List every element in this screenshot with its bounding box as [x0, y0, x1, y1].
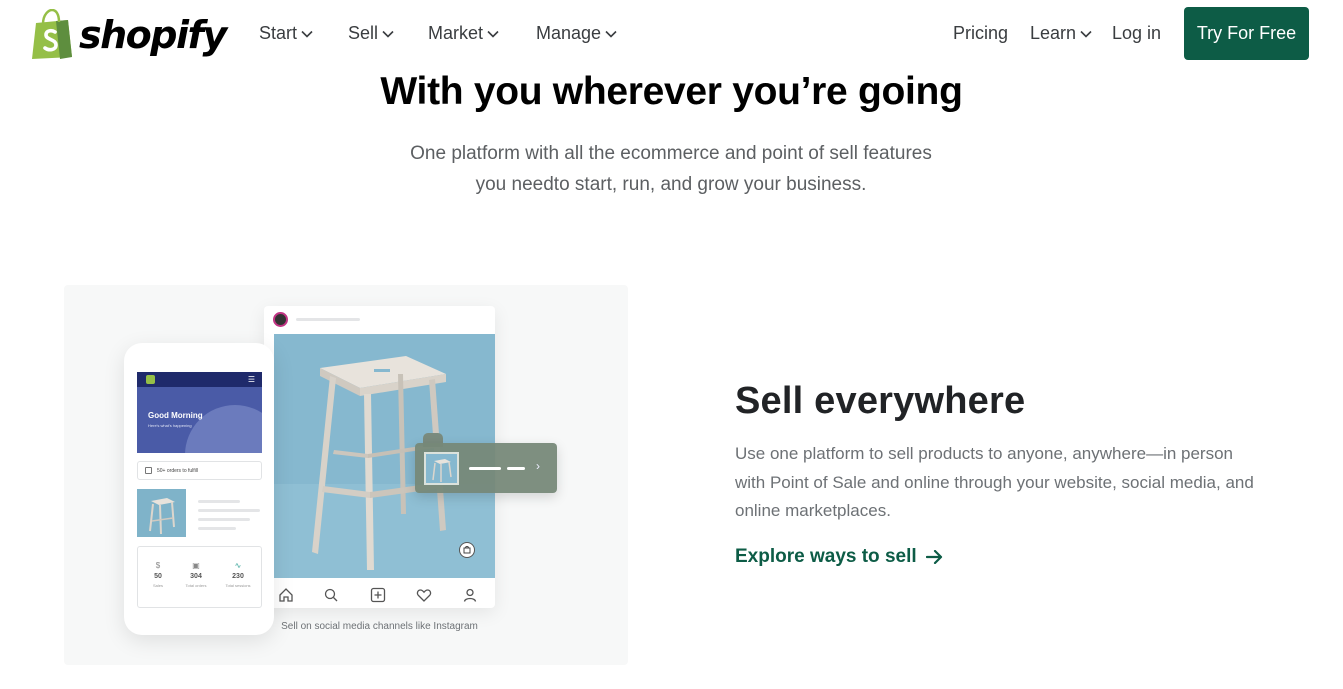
nav-market-label: Market	[428, 23, 484, 43]
product-detail-placeholder	[198, 509, 260, 512]
hero-title: With you wherever you’re going	[380, 70, 963, 113]
feature-title: Sell everywhere	[735, 380, 1026, 422]
hero-subtitle-line-1: One platform with all the ecommerce and …	[410, 143, 932, 164]
profile-icon	[463, 588, 477, 602]
greeting-banner: Good Morning Here's what's happening	[137, 387, 262, 453]
nav-login[interactable]: Log in	[1112, 22, 1161, 44]
add-icon	[370, 587, 386, 603]
product-tag-overlay: ›	[415, 443, 557, 493]
orders-icon: ▣	[192, 561, 200, 570]
stat-sales: $ 50 Sales	[137, 561, 179, 588]
dollar-icon: $	[155, 561, 161, 570]
stat-total-orders-value: 304	[190, 573, 202, 580]
orders-to-fulfill-label: 50+ orders to fulfill	[157, 468, 198, 474]
app-header-bar: ☰	[137, 372, 262, 387]
nav-manage[interactable]: Manage	[536, 22, 617, 44]
product-detail-placeholder	[198, 518, 250, 521]
greeting-title: Good Morning	[148, 411, 203, 420]
chevron-down-icon	[382, 30, 394, 38]
shopify-logo-icon	[146, 375, 155, 384]
product-name-placeholder	[198, 500, 240, 503]
menu-icon: ☰	[247, 375, 255, 384]
nav-market[interactable]: Market	[428, 22, 499, 44]
nav-sell-label: Sell	[348, 23, 379, 43]
product-detail-placeholder	[198, 527, 236, 530]
nav-start-label: Start	[259, 23, 298, 43]
avatar	[273, 312, 288, 327]
top-nav: shopify Start Sell Market Manage Pricing…	[0, 0, 1343, 68]
chevron-down-icon	[487, 30, 499, 38]
shopping-bag-logo-icon	[32, 9, 72, 59]
brand-name: shopify	[79, 13, 227, 57]
orders-icon	[145, 467, 152, 474]
stat-total-sessions-label: Total sessions	[225, 583, 251, 588]
orders-to-fulfill: 50+ orders to fulfill	[137, 461, 262, 480]
stat-sales-label: Sales	[152, 583, 163, 588]
stool-thumbnail-image	[149, 498, 175, 535]
shopify-logo[interactable]: shopify	[30, 9, 227, 59]
try-for-free-button[interactable]: Try For Free	[1184, 7, 1309, 60]
nav-sell[interactable]: Sell	[348, 22, 394, 44]
nav-learn[interactable]: Learn	[1030, 22, 1092, 44]
arrow-right-icon	[925, 550, 942, 564]
instagram-bottom-nav	[264, 582, 495, 608]
stool-thumbnail-image	[432, 459, 452, 482]
nav-login-label: Log in	[1112, 23, 1162, 43]
product-name-placeholder	[469, 467, 501, 470]
home-icon	[279, 588, 293, 602]
product-price-placeholder	[507, 467, 525, 470]
chevron-down-icon	[605, 30, 617, 38]
feature-description: Use one platform to sell products to any…	[735, 444, 1254, 520]
nav-learn-label: Learn	[1030, 23, 1077, 43]
chevron-down-icon	[1080, 30, 1092, 38]
stat-total-sessions: ∿ 230 Total sessions	[217, 561, 259, 588]
stat-total-sessions-value: 230	[232, 573, 244, 580]
hero-subtitle-line-2: you needto start, run, and grow your bus…	[475, 174, 867, 195]
nav-pricing-label: Pricing	[953, 23, 1009, 43]
stats-panel: $ 50 Sales ▣ 304 Total orders ∿ 230 Tota…	[137, 546, 262, 608]
explore-ways-to-sell-link[interactable]: Explore ways to sell	[735, 546, 943, 568]
product-thumbnail	[137, 489, 186, 537]
product-thumbnail	[424, 452, 459, 485]
explore-ways-to-sell-label: Explore ways to sell	[735, 546, 917, 567]
heart-icon	[416, 589, 432, 602]
illustration-caption: Sell on social media channels like Insta…	[281, 621, 478, 632]
chevron-right-icon: ›	[536, 459, 540, 473]
stat-total-orders-label: Total orders	[185, 583, 207, 588]
greeting-subtitle: Here's what's happening	[148, 423, 192, 428]
search-icon	[324, 588, 338, 602]
admin-app-phone-mockup: ☰ Good Morning Here's what's happening 5…	[124, 343, 274, 635]
nav-manage-label: Manage	[536, 23, 602, 43]
chevron-down-icon	[301, 30, 313, 38]
hero-subtitle: One platform with all the ecommerce and …	[371, 138, 971, 200]
username-placeholder	[296, 318, 360, 321]
nav-pricing[interactable]: Pricing	[953, 22, 1008, 44]
nav-start[interactable]: Start	[259, 22, 313, 44]
shopping-bag-icon	[459, 542, 475, 558]
stat-sales-value: 50	[154, 573, 162, 580]
stat-total-orders: ▣ 304 Total orders	[175, 561, 217, 588]
sessions-icon: ∿	[234, 561, 242, 570]
